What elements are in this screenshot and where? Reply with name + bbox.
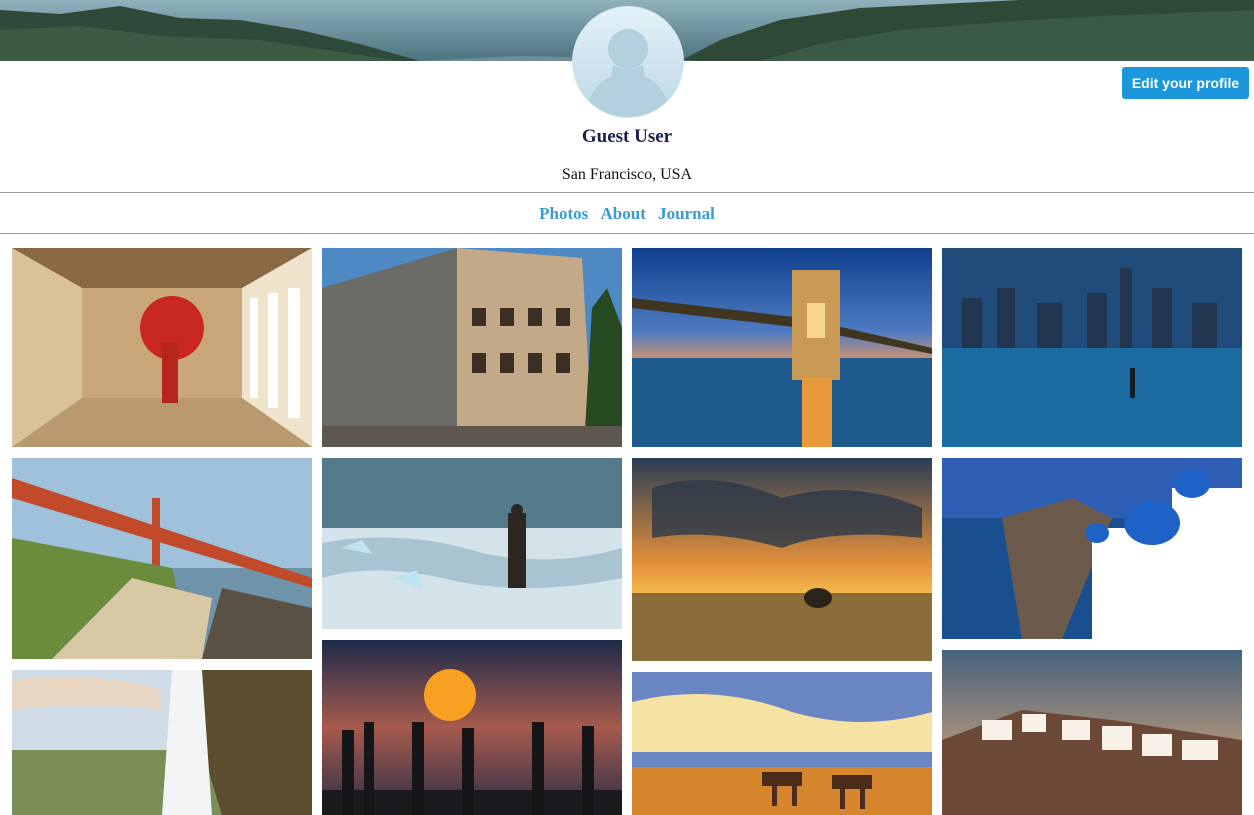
photo-golden-gate-bridge[interactable]	[12, 458, 312, 659]
photo-chain-bridge-night[interactable]	[632, 248, 932, 447]
photo-red-umbrella-corridor[interactable]	[12, 248, 312, 447]
profile-tabs: Photos About Journal	[0, 204, 1254, 224]
divider-top	[0, 192, 1254, 193]
edit-profile-button[interactable]: Edit your profile	[1122, 67, 1249, 99]
divider-bottom	[0, 233, 1254, 234]
photo-santorini-village-aerial[interactable]	[942, 650, 1242, 815]
photo-photographer-icy-beach[interactable]	[322, 458, 622, 629]
photo-santorini-blue-domes[interactable]	[942, 458, 1242, 639]
tab-journal[interactable]: Journal	[658, 204, 715, 223]
tab-about[interactable]: About	[601, 204, 646, 223]
photo-monks-sunset-bridge[interactable]	[322, 640, 622, 815]
photo-waterfall-cave[interactable]	[12, 670, 312, 815]
photo-desert-camel-caravan[interactable]	[632, 672, 932, 815]
photo-city-skyline-night[interactable]	[942, 248, 1242, 447]
user-name: Guest User	[581, 126, 673, 147]
avatar[interactable]	[572, 6, 684, 118]
photo-savanna-sunset-elephant[interactable]	[632, 458, 932, 661]
user-location: San Francisco, USA	[561, 166, 693, 183]
tab-photos[interactable]: Photos	[539, 204, 588, 223]
photo-colosseum[interactable]	[322, 248, 622, 447]
default-user-silhouette-icon	[585, 29, 671, 117]
